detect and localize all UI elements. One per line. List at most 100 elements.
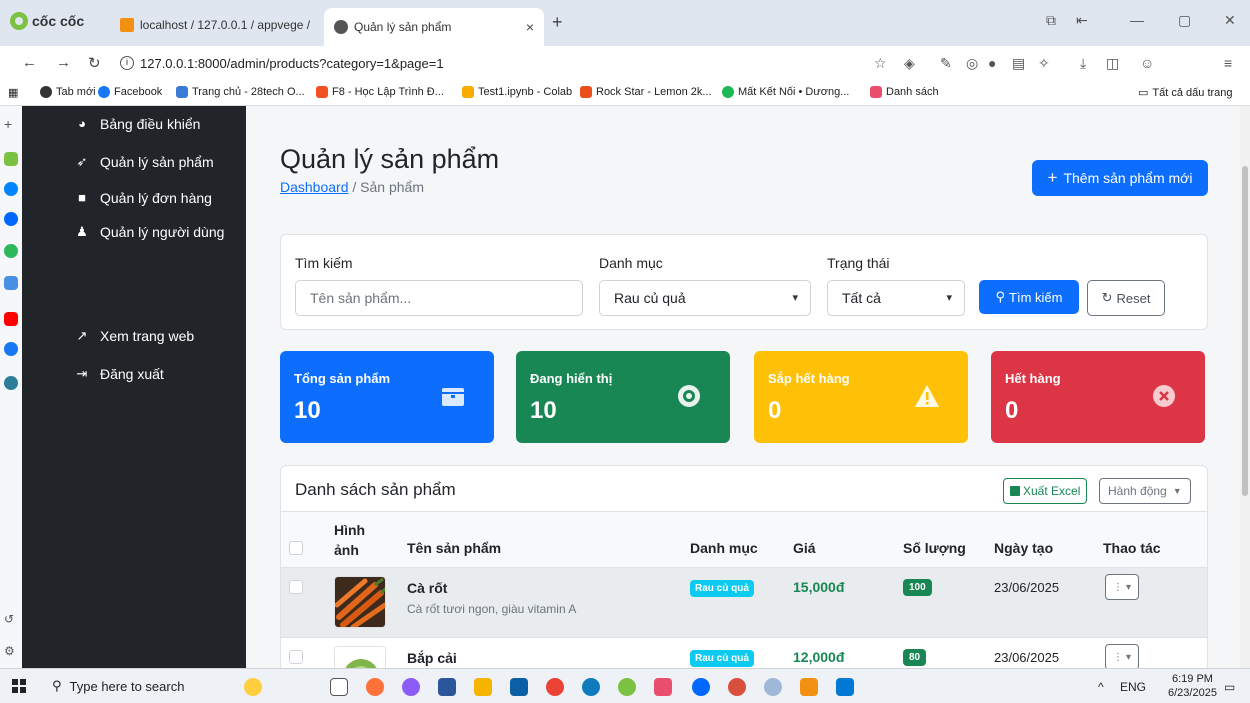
row-actions-button[interactable]: ⋮ ▾: [1105, 644, 1139, 668]
zalo-taskbar-icon[interactable]: [692, 678, 710, 696]
system-clock[interactable]: 6:19 PM 6/23/2025: [1168, 672, 1217, 700]
tab-products[interactable]: Quản lý sản phẩm ×: [324, 8, 544, 46]
youtube-icon[interactable]: [4, 312, 18, 326]
chrome-icon[interactable]: [546, 678, 564, 696]
profile-d-icon[interactable]: [4, 376, 18, 390]
sidebar-toggle-icon[interactable]: ⇤: [1076, 12, 1088, 29]
extensions-icon[interactable]: ✧: [1038, 55, 1050, 72]
bulk-action-dropdown[interactable]: Hành động ▼: [1099, 478, 1191, 504]
minimize-icon[interactable]: —: [1130, 12, 1144, 28]
menu-icon[interactable]: ≡: [1224, 55, 1232, 71]
tab-close-icon[interactable]: ×: [526, 19, 534, 35]
task-view-icon[interactable]: [330, 678, 348, 696]
edge-icon[interactable]: [582, 678, 600, 696]
status-select[interactable]: Tất cả ▾: [827, 280, 965, 316]
new-tab-icon[interactable]: +: [552, 12, 563, 33]
language-indicator[interactable]: ENG: [1120, 680, 1146, 694]
all-bookmarks[interactable]: ▭ Tất cả dấu trang: [1138, 86, 1233, 100]
plus-icon: +: [1047, 168, 1058, 187]
close-window-icon[interactable]: ✕: [1224, 12, 1236, 29]
chevron-up-icon[interactable]: ^: [1098, 680, 1104, 694]
reset-button[interactable]: ↻ Reset: [1087, 280, 1165, 316]
game-icon[interactable]: [4, 244, 18, 258]
settings-gear-icon[interactable]: ⚙: [4, 644, 18, 658]
row-checkbox[interactable]: [289, 580, 303, 594]
translate-icon[interactable]: [4, 276, 18, 290]
sidebar-item-users[interactable]: ♟ Quản lý người dùng: [74, 222, 234, 242]
browser-brand[interactable]: cốc cốc: [10, 12, 84, 30]
table-row[interactable]: Bắp cải Rau củ quả 12,000đ 80 23/06/2025…: [281, 638, 1207, 668]
facebook-side-icon[interactable]: [4, 342, 18, 356]
compass-extension-icon[interactable]: ◎: [966, 55, 978, 72]
notifications-icon[interactable]: ▭: [1224, 680, 1235, 694]
split-view-icon[interactable]: ◫: [1106, 55, 1119, 72]
file-explorer-icon[interactable]: [474, 678, 492, 696]
shield-icon[interactable]: ◈: [904, 55, 915, 72]
sidebar-item-orders[interactable]: ■ Quản lý đơn hàng: [74, 190, 212, 206]
sidebar-item-view-site[interactable]: ↗ Xem trang web: [74, 328, 195, 344]
bookmark-item[interactable]: Trang chủ - 28tech O...: [176, 86, 305, 98]
firefox-icon[interactable]: [366, 678, 384, 696]
sidebar-item-logout[interactable]: ⇥ Đăng xuất: [74, 366, 164, 382]
store-icon[interactable]: [510, 678, 528, 696]
row-checkbox[interactable]: [289, 650, 303, 664]
scrollbar-thumb[interactable]: [1242, 166, 1248, 496]
maximize-icon[interactable]: ▢: [1178, 12, 1191, 29]
app-pink-icon[interactable]: [654, 678, 672, 696]
reading-mode-icon[interactable]: ⧉: [1046, 12, 1056, 29]
copilot-icon[interactable]: [402, 678, 420, 696]
site-info-icon[interactable]: i: [120, 56, 134, 70]
gauge-icon: ◕: [78, 116, 86, 131]
paint-icon[interactable]: [728, 678, 746, 696]
breadcrumb-dashboard-link[interactable]: Dashboard: [280, 179, 349, 195]
reload-icon[interactable]: ↻: [88, 54, 101, 72]
bookmark-item[interactable]: Tab mới: [40, 86, 96, 98]
select-all-checkbox[interactable]: [289, 541, 303, 555]
product-list-card: Danh sách sản phẩm Xuất Excel Hành động …: [280, 465, 1208, 668]
caret-down-icon: ▾: [1125, 581, 1132, 593]
add-icon[interactable]: +: [4, 116, 18, 132]
apps-grid-icon[interactable]: ▦: [8, 86, 18, 99]
search-button[interactable]: ⚲ Tìm kiếm: [979, 280, 1079, 314]
category-select[interactable]: Rau củ quả ▾: [599, 280, 811, 316]
back-icon[interactable]: ←: [22, 54, 37, 71]
sidebar-item-products[interactable]: ➶ Quản lý sản phẩm: [74, 154, 214, 170]
pen-extension-icon[interactable]: ✎: [940, 55, 952, 72]
stat-card-low-stock: Sắp hết hàng 0: [754, 351, 968, 443]
product-name: Cà rốt: [407, 580, 448, 596]
row-actions-button[interactable]: ⋮ ▾: [1105, 574, 1139, 600]
brush-icon[interactable]: [764, 678, 782, 696]
profile-icon[interactable]: ☺: [1140, 55, 1154, 71]
table-row[interactable]: Cà rốt Cà rốt tươi ngon, giàu vitamin A …: [281, 568, 1207, 638]
bookmark-star-icon[interactable]: ☆: [874, 55, 887, 72]
messenger-icon[interactable]: [4, 182, 18, 196]
tab-phpmyadmin[interactable]: localhost / 127.0.0.1 / appvege / p: [110, 10, 320, 40]
page-scrollbar[interactable]: [1240, 106, 1250, 668]
url-field[interactable]: i 127.0.0.1:8000/admin/products?category…: [120, 52, 444, 74]
weather-icon[interactable]: [244, 678, 262, 696]
windows-start-icon[interactable]: [12, 679, 26, 693]
bookmark-item[interactable]: F8 - Học Lập Trình Đ...: [316, 86, 444, 98]
add-product-button[interactable]: + Thêm sản phẩm mới: [1032, 160, 1208, 196]
vpn-extension-icon[interactable]: ●: [988, 55, 996, 71]
forward-icon[interactable]: →: [56, 54, 71, 71]
ai-icon[interactable]: [4, 152, 18, 166]
search-input[interactable]: Tên sản phẩm...: [295, 280, 583, 316]
xampp-icon[interactable]: [800, 678, 818, 696]
bookmark-item[interactable]: Rock Star - Lemon 2k...: [580, 86, 712, 98]
bookmark-item[interactable]: Facebook: [98, 86, 162, 98]
bookmark-item[interactable]: Danh sách: [870, 86, 939, 98]
bookmark-item[interactable]: Test1.ipynb - Colab: [462, 86, 572, 98]
vscode-icon[interactable]: [836, 678, 854, 696]
download-icon[interactable]: ⤓: [1080, 55, 1086, 72]
word-icon[interactable]: [438, 678, 456, 696]
bookmark-item[interactable]: Mất Kết Nối • Dương...: [722, 86, 849, 98]
taskbar-search[interactable]: ⚲ Type here to search: [52, 678, 184, 694]
zalo-icon[interactable]: [4, 212, 18, 226]
export-excel-button[interactable]: Xuất Excel: [1003, 478, 1088, 504]
search-icon: ⚲: [52, 678, 62, 693]
history-icon[interactable]: ↺: [4, 612, 18, 626]
coccoc-icon[interactable]: [618, 678, 636, 696]
adblock-extension-icon[interactable]: ▤: [1012, 55, 1025, 72]
sidebar-item-dashboard[interactable]: ◕ Bảng điều khiển: [74, 116, 200, 132]
